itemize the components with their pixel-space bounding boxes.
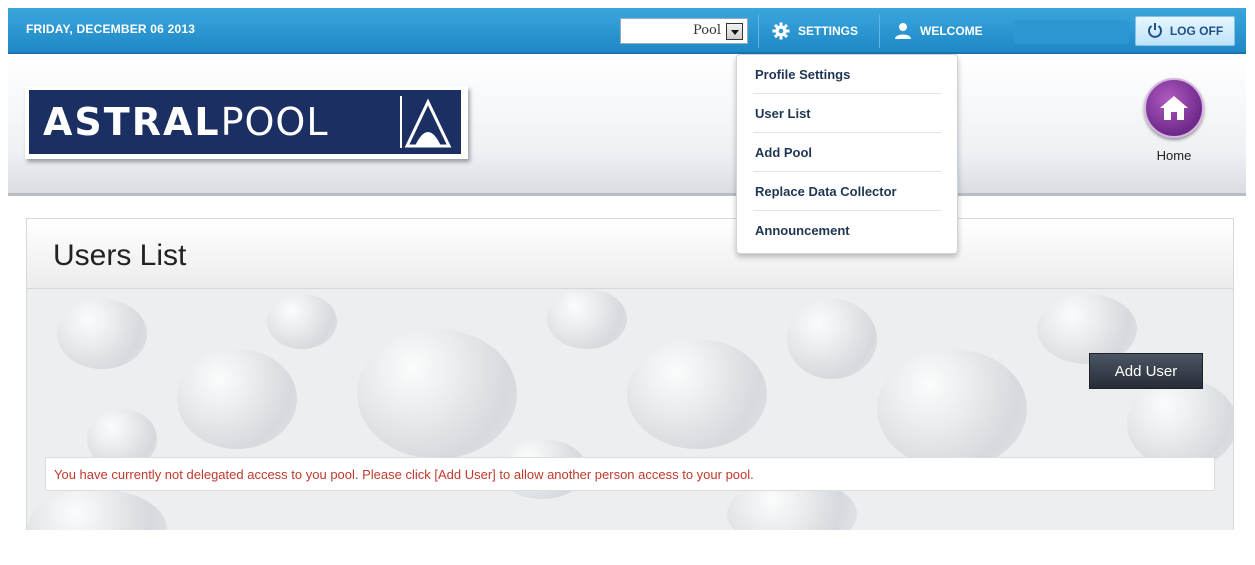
top-bar: FRIDAY, DECEMBER 06 2013 Pool SETTINGS W… bbox=[8, 8, 1246, 54]
log-off-button[interactable]: LOG OFF bbox=[1135, 16, 1235, 46]
menu-item-add-pool[interactable]: Add Pool bbox=[753, 133, 941, 172]
settings-dropdown-menu: Profile Settings User List Add Pool Repl… bbox=[736, 54, 958, 254]
add-user-button[interactable]: Add User bbox=[1089, 353, 1203, 389]
logo-text-light: POOL bbox=[220, 100, 329, 144]
current-date: FRIDAY, DECEMBER 06 2013 bbox=[26, 22, 196, 36]
page-title: Users List bbox=[53, 239, 187, 272]
panel-title-bar: Users List bbox=[27, 219, 1233, 289]
power-icon bbox=[1147, 22, 1163, 41]
log-off-label: LOG OFF bbox=[1169, 24, 1224, 38]
menu-item-replace-data-collector[interactable]: Replace Data Collector bbox=[753, 172, 941, 211]
header: ASTRAL POOL Home bbox=[8, 56, 1246, 196]
welcome-label: WELCOME bbox=[920, 24, 983, 38]
user-icon bbox=[894, 22, 912, 40]
logo-text-bold: ASTRAL bbox=[43, 100, 221, 144]
logo-banner: ASTRAL POOL bbox=[29, 90, 461, 154]
menu-item-announcement[interactable]: Announcement bbox=[753, 211, 941, 250]
home-label: Home bbox=[1156, 148, 1192, 163]
water-drops-background bbox=[27, 289, 1233, 530]
divider bbox=[879, 14, 880, 48]
gear-icon bbox=[772, 22, 790, 40]
pool-select[interactable]: Pool bbox=[620, 18, 748, 44]
settings-label: SETTINGS bbox=[798, 24, 859, 38]
astralpool-logo[interactable]: ASTRAL POOL bbox=[25, 86, 468, 159]
no-delegation-message: You have currently not delegated access … bbox=[54, 467, 754, 482]
logo-mark-icon bbox=[399, 94, 457, 150]
settings-menu-button[interactable]: SETTINGS bbox=[772, 22, 858, 40]
divider bbox=[758, 14, 759, 48]
home-icon bbox=[1144, 78, 1204, 138]
username-display bbox=[1014, 20, 1129, 44]
home-button[interactable]: Home bbox=[1142, 78, 1206, 163]
pool-select-value: Pool bbox=[692, 23, 721, 38]
menu-item-user-list[interactable]: User List bbox=[753, 94, 941, 133]
chevron-down-icon[interactable] bbox=[726, 23, 743, 40]
info-message-box: You have currently not delegated access … bbox=[45, 457, 1215, 491]
users-list-panel: Users List Add User You have currently n… bbox=[26, 218, 1234, 530]
welcome-menu[interactable]: WELCOME bbox=[894, 22, 983, 40]
menu-item-profile-settings[interactable]: Profile Settings bbox=[753, 55, 941, 94]
